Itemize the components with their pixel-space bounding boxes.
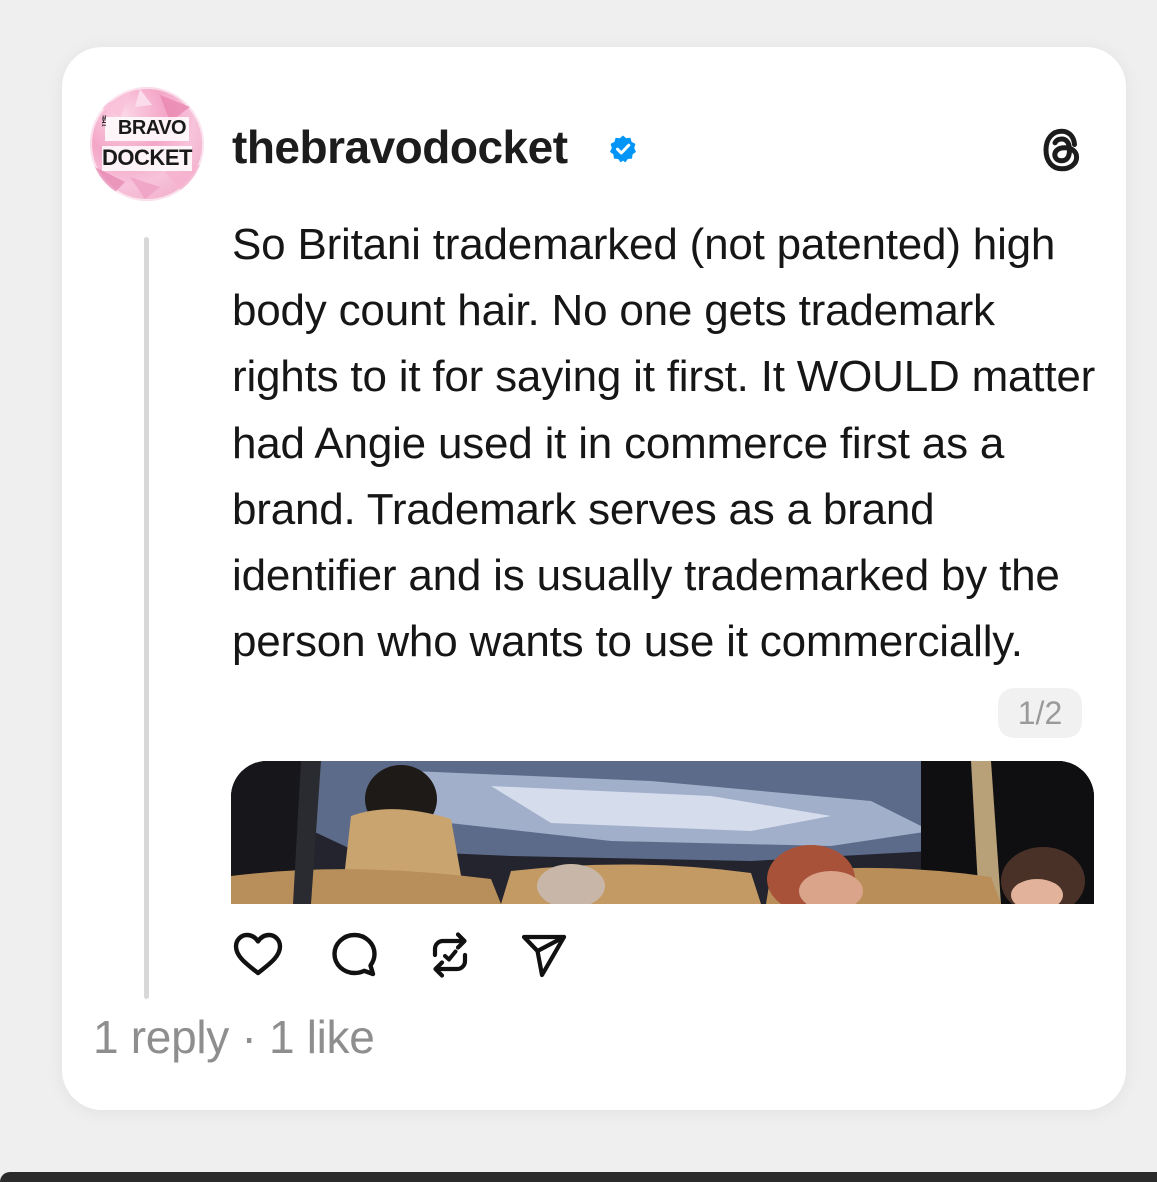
avatar-text-line-2: DOCKET	[102, 145, 192, 170]
avatar-pattern	[95, 89, 200, 199]
post-stats[interactable]: 1 reply · 1 like	[93, 1009, 375, 1065]
send-icon[interactable]	[516, 927, 572, 983]
avatar-text-line-1: BRAVO	[117, 117, 187, 139]
thread-line	[144, 237, 149, 999]
video-frame-image	[231, 761, 1094, 904]
threads-logo-icon[interactable]	[1036, 122, 1088, 178]
repost-icon[interactable]	[422, 927, 478, 983]
post-text: So Britani trademarked (not patented) hi…	[232, 220, 1096, 667]
bottom-edge	[0, 1172, 1157, 1182]
page-indicator: 1/2	[998, 688, 1082, 738]
post-media-thumbnail[interactable]	[231, 761, 1094, 904]
heart-icon[interactable]	[230, 927, 286, 983]
username[interactable]: thebravodocket	[232, 117, 568, 177]
comment-icon[interactable]	[326, 927, 382, 983]
thread-post-card: THE BRAVO DOCKET thebravodocket So Brita…	[62, 47, 1126, 1110]
avatar[interactable]: THE BRAVO DOCKET	[90, 87, 204, 201]
verified-badge-icon	[610, 135, 636, 163]
